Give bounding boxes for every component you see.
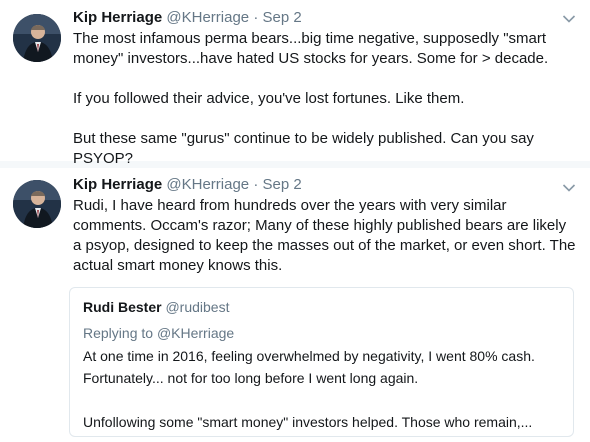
avatar[interactable] (13, 14, 61, 62)
tweet-2[interactable]: Kip Herriage @KHerriage · Sep 2 Rudi, I … (0, 168, 590, 442)
quoted-tweet[interactable]: Rudi Bester @rudibest Replying to @KHerr… (69, 287, 574, 437)
replying-to-prefix: Replying to (83, 325, 154, 341)
tweet-header: Kip Herriage @KHerriage · Sep 2 (73, 176, 302, 194)
replying-to: Replying to @KHerriage (83, 324, 234, 342)
quoted-author-name[interactable]: Rudi Bester (83, 299, 162, 315)
quoted-author-handle[interactable]: @rudibest (165, 299, 229, 315)
quoted-paragraph: Unfollowing some "smart money" investors… (83, 414, 533, 430)
author-handle[interactable]: @KHerriage (166, 9, 249, 26)
tweet-text: The most infamous perma bears...big time… (73, 29, 576, 169)
tweet-paragraph: Rudi, I have heard from hundreds over th… (73, 197, 576, 274)
separator: · (253, 176, 259, 193)
tweet-paragraph: But these same "gurus" continue to be wi… (73, 130, 534, 167)
separator: · (253, 9, 259, 26)
replying-to-handle[interactable]: @KHerriage (157, 325, 234, 341)
quoted-paragraph: At one time in 2016, feeling overwhelmed… (83, 348, 535, 386)
quoted-tweet-text: At one time in 2016, feeling overwhelmed… (83, 345, 563, 433)
tweet-date[interactable]: Sep 2 (262, 9, 301, 26)
author-name[interactable]: Kip Herriage (73, 9, 162, 26)
chevron-down-icon[interactable] (562, 183, 576, 193)
quoted-tweet-header: Rudi Bester @rudibest (83, 298, 230, 316)
tweet-date[interactable]: Sep 2 (262, 176, 301, 193)
author-handle[interactable]: @KHerriage (166, 176, 249, 193)
avatar[interactable] (13, 180, 61, 228)
chevron-down-icon[interactable] (562, 14, 576, 24)
tweet-1[interactable]: Kip Herriage @KHerriage · Sep 2 The most… (0, 0, 590, 167)
tweet-paragraph: The most infamous perma bears...big time… (73, 30, 549, 67)
tweet-paragraph: If you followed their advice, you've los… (73, 90, 465, 107)
tweet-text: Rudi, I have heard from hundreds over th… (73, 196, 576, 276)
author-name[interactable]: Kip Herriage (73, 176, 162, 193)
user-avatar-icon (13, 180, 61, 228)
user-avatar-icon (13, 14, 61, 62)
tweet-header: Kip Herriage @KHerriage · Sep 2 (73, 9, 302, 27)
